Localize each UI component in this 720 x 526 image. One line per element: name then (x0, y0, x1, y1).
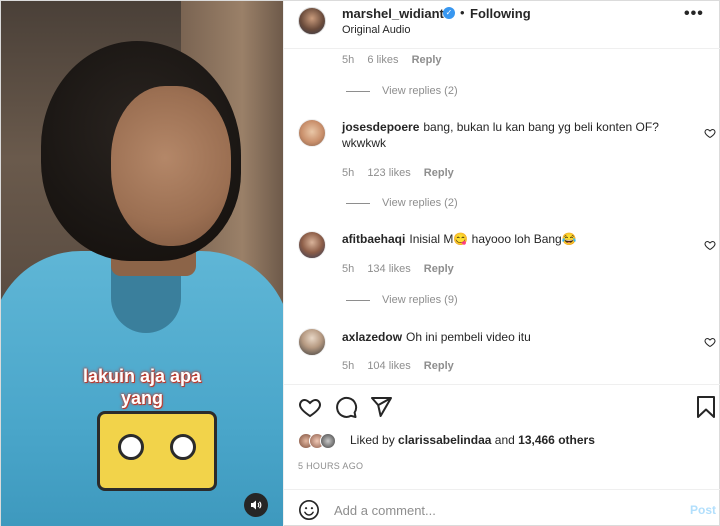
comment-time: 5h (342, 167, 355, 179)
commenter-avatar[interactable] (298, 231, 326, 259)
post-video[interactable]: lakuin aja apa yang (1, 1, 283, 526)
post-header: marshel_widianto ✓ • Following Original … (284, 1, 720, 49)
view-replies-label: View replies (2) (382, 85, 458, 97)
liked-by-text: Liked by clarissabelindaa and 13,466 oth… (350, 433, 595, 447)
following-button[interactable]: Following (470, 6, 531, 21)
like-comment-heart-icon[interactable] (704, 239, 716, 251)
comment-meta: 5h 6 likes Reply (342, 54, 452, 66)
author-username[interactable]: marshel_widianto (342, 6, 452, 21)
original-audio-link[interactable]: Original Audio (342, 24, 411, 36)
view-replies-button[interactable]: View replies (2) (346, 85, 458, 97)
liked-by-others-link[interactable]: 13,466 others (518, 433, 595, 447)
reply-button[interactable]: Reply (412, 54, 442, 66)
comment-meta: 5h 123 likes Reply (342, 167, 464, 179)
comment-time: 5h (342, 54, 355, 66)
view-replies-button[interactable]: View replies (9) (346, 294, 458, 306)
commenter-avatar[interactable] (298, 119, 326, 147)
comment-bubble-icon[interactable] (334, 395, 358, 419)
view-replies-line (346, 90, 370, 92)
liked-by-user-link[interactable]: clarissabelindaa (398, 433, 491, 447)
view-replies-label: View replies (9) (382, 294, 458, 306)
post-timestamp[interactable]: 5 HOURS AGO (298, 461, 363, 471)
comment-text: Oh ini pembeli video itu (406, 330, 531, 344)
comment-time: 5h (342, 360, 355, 372)
view-replies-label: View replies (2) (382, 197, 458, 209)
view-replies-line (346, 299, 370, 301)
liked-by-and: and (494, 433, 515, 447)
video-caption-line1: lakuin aja apa (82, 366, 202, 386)
post-comment-button[interactable]: Post (690, 503, 716, 517)
separator-dot: • (460, 5, 465, 20)
video-person-face (111, 86, 231, 246)
liked-by-avatars (298, 433, 346, 449)
comment-likes[interactable]: 134 likes (367, 263, 410, 275)
verified-badge-icon: ✓ (443, 7, 455, 19)
save-bookmark-icon[interactable] (694, 395, 718, 419)
liker-avatar[interactable] (320, 433, 336, 449)
reply-button[interactable]: Reply (424, 167, 454, 179)
cassette-shirt-print (97, 411, 217, 491)
like-comment-heart-icon[interactable] (704, 336, 716, 348)
comment-body: axlazedow Oh ini pembeli video itu (342, 329, 672, 345)
comments-panel: marshel_widianto ✓ • Following Original … (283, 1, 720, 526)
sound-toggle-button[interactable] (244, 493, 268, 517)
comment-time: 5h (342, 263, 355, 275)
reply-button[interactable]: Reply (424, 263, 454, 275)
comment-likes[interactable]: 104 likes (367, 360, 410, 372)
emoji-smiley-icon[interactable] (298, 499, 320, 521)
like-comment-heart-icon[interactable] (704, 127, 716, 139)
comment-body: afitbaehaqi Inisial M😋 hayooo loh Bang😂 (342, 231, 672, 247)
cassette-reel-left (118, 434, 144, 460)
reply-button[interactable]: Reply (424, 360, 454, 372)
add-comment-input[interactable] (334, 500, 664, 520)
action-bar (284, 385, 720, 429)
comment-meta: 5h 134 likes Reply (342, 263, 464, 275)
commenter-username[interactable]: josesdepoere (342, 120, 419, 134)
liked-by-row: Liked by clarissabelindaa and 13,466 oth… (298, 431, 718, 451)
post-modal: lakuin aja apa yang marshel_widianto ✓ •… (0, 0, 720, 526)
commenter-username[interactable]: afitbaehaqi (342, 232, 405, 246)
video-caption-line2: yang (120, 388, 163, 408)
commenter-avatar[interactable] (298, 328, 326, 356)
comment-meta: 5h 104 likes Reply (342, 360, 464, 372)
add-comment-bar: Post (284, 489, 720, 526)
share-paper-plane-icon[interactable] (369, 395, 393, 419)
comment-text: Inisial M😋 hayooo loh Bang😂 (409, 232, 577, 246)
cassette-reel-right (170, 434, 196, 460)
liked-by-label: Liked by (350, 433, 395, 447)
view-replies-line (346, 202, 370, 204)
speaker-icon (251, 500, 262, 510)
comment-body: josesdepoere bang, bukan lu kan bang yg b… (342, 119, 672, 151)
comment-likes[interactable]: 123 likes (367, 167, 410, 179)
author-avatar[interactable] (298, 7, 326, 35)
commenter-username[interactable]: axlazedow (342, 330, 402, 344)
comment-likes[interactable]: 6 likes (367, 54, 398, 66)
more-options-icon[interactable]: ••• (684, 5, 704, 23)
view-replies-button[interactable]: View replies (2) (346, 197, 458, 209)
like-heart-icon[interactable] (298, 395, 322, 419)
